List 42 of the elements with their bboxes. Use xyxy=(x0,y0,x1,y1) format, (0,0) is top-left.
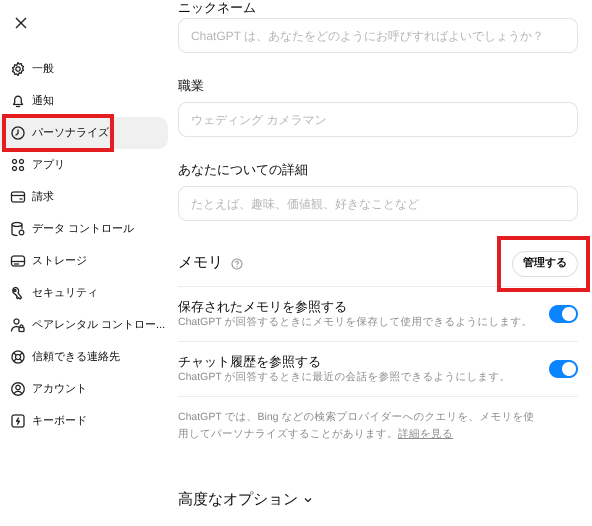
keyboard-icon xyxy=(10,413,26,429)
lifebuoy-icon xyxy=(10,349,26,365)
advanced-options-toggle[interactable]: 高度なオプション xyxy=(178,489,313,512)
card-icon xyxy=(10,189,26,205)
drive-icon xyxy=(10,253,26,269)
sidebar-item[interactable]: 請求 xyxy=(0,181,168,213)
toggle-switch[interactable] xyxy=(549,305,578,323)
text-field[interactable]: ChatGPT は、あなたをどのようにお呼びすればよいでしょうか？ xyxy=(178,18,578,53)
field-label: 職業 xyxy=(178,78,205,94)
apps-icon xyxy=(10,157,26,173)
toggle-description: ChatGPT が回答するときにメモリを保存して使用できるようにします。 xyxy=(178,315,532,330)
sidebar-item[interactable]: キーボード xyxy=(0,405,168,437)
sidebar-item[interactable]: データ コントロール xyxy=(0,213,168,245)
learn-more-link[interactable]: 詳細を見る xyxy=(398,428,453,440)
help-icon xyxy=(231,258,243,270)
field-label: ニックネーム xyxy=(178,0,257,16)
field-label: あなたについての詳細 xyxy=(178,162,309,178)
section-title: メモリ xyxy=(178,253,223,274)
sidebar-item[interactable]: ペアレンタル コントロー... xyxy=(0,309,168,341)
toggle-title: 保存されたメモリを参照する xyxy=(178,298,348,315)
gear-icon xyxy=(10,61,26,77)
toggle-title: チャット履歴を参照する xyxy=(178,353,322,370)
text-field[interactable]: ウェディング カメラマン xyxy=(178,102,578,137)
sidebar-item[interactable]: アカウント xyxy=(0,373,168,405)
text-field[interactable]: たとえば、趣味、価値観、好きなことなど xyxy=(178,186,578,221)
sidebar-item[interactable]: セキュリティ xyxy=(0,277,168,309)
clock-icon xyxy=(10,125,26,141)
sidebar-item[interactable]: 一般 xyxy=(0,53,168,85)
sidebar-item[interactable]: アプリ xyxy=(0,149,168,181)
sidebar-item[interactable]: ストレージ xyxy=(0,245,168,277)
toggle-description: ChatGPT が回答するときに最近の会話を参照できるようにします。 xyxy=(178,370,510,385)
manage-button[interactable]: 管理する xyxy=(512,250,578,277)
close-icon xyxy=(15,17,27,29)
sidebar-item[interactable]: 通知 xyxy=(0,85,168,117)
sidebar-item[interactable]: 信頼できる連絡先 xyxy=(0,341,168,373)
toggle-switch[interactable] xyxy=(549,360,578,378)
person-lock-icon xyxy=(10,317,26,333)
sidebar-item[interactable]: パーソナライズ xyxy=(0,117,168,149)
memory-note: ChatGPT では、Bing などの検索プロバイダーへのクエリを、メモリを使用してパーソナライズすることがあります。詳細を見る xyxy=(178,410,536,442)
bell-icon xyxy=(10,93,26,109)
account-icon xyxy=(10,381,26,397)
database-icon xyxy=(10,221,26,237)
